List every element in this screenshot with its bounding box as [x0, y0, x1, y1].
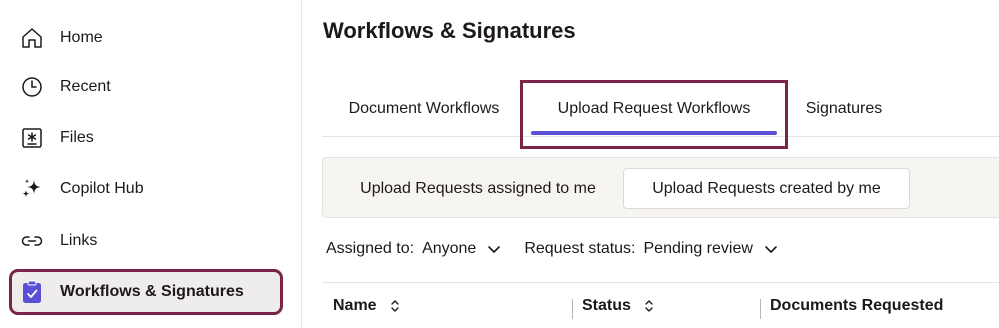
- chevron-down-icon: [486, 241, 502, 257]
- sidebar-item-label: Copilot Hub: [60, 180, 144, 197]
- sidebar-item-label: Links: [60, 232, 98, 249]
- sidebar-item-home[interactable]: Home: [12, 18, 280, 58]
- tab-bar: Document Workflows Upload Request Workfl…: [322, 80, 999, 149]
- sparkle-icon: [20, 177, 44, 201]
- column-divider[interactable]: [572, 299, 573, 319]
- assigned-to-filter[interactable]: Assigned to: Anyone: [326, 240, 502, 258]
- sidebar-item-recent[interactable]: Recent: [12, 67, 280, 107]
- column-header-status[interactable]: Status: [582, 297, 655, 315]
- home-icon: [20, 26, 44, 50]
- tab-document-workflows[interactable]: Document Workflows: [322, 80, 526, 137]
- column-divider[interactable]: [760, 299, 761, 319]
- column-header-name[interactable]: Name: [333, 297, 401, 315]
- filter-value: Anyone: [422, 240, 477, 257]
- request-status-filter[interactable]: Request status: Pending review: [524, 240, 779, 258]
- sidebar-item-links[interactable]: Links: [12, 221, 280, 261]
- sidebar-item-label: Files: [60, 129, 94, 146]
- clock-icon: [20, 75, 44, 99]
- sidebar: Home Recent Files Copilot Hub Links Work…: [0, 0, 302, 328]
- table-header: Name Status Documents Requested: [322, 282, 999, 328]
- tab-signatures[interactable]: Signatures: [792, 80, 896, 137]
- active-tab-indicator: [531, 131, 777, 135]
- chevron-down-icon: [763, 241, 779, 257]
- sidebar-item-label: Recent: [60, 78, 111, 95]
- column-label: Name: [333, 297, 377, 314]
- filter-bar: Assigned to: Anyone Request status: Pend…: [326, 236, 801, 262]
- sort-icon: [643, 298, 655, 314]
- clipboard-check-icon: [20, 280, 44, 304]
- link-icon: [20, 229, 44, 253]
- sidebar-item-workflows-signatures[interactable]: Workflows & Signatures: [12, 272, 280, 312]
- filter-label: Request status:: [524, 240, 636, 257]
- column-label: Status: [582, 297, 631, 314]
- sidebar-item-label: Home: [60, 29, 103, 46]
- column-header-documents-requested[interactable]: Documents Requested: [770, 297, 943, 315]
- column-label: Documents Requested: [770, 297, 944, 314]
- files-icon: [20, 126, 44, 150]
- sidebar-item-files[interactable]: Files: [12, 118, 280, 158]
- filter-label: Assigned to:: [326, 240, 415, 257]
- filter-value: Pending review: [643, 240, 753, 257]
- segment-created-by-me[interactable]: Upload Requests created by me: [623, 168, 910, 209]
- page-title: Workflows & Signatures: [323, 18, 576, 43]
- segment-assigned-to-me[interactable]: Upload Requests assigned to me: [335, 168, 621, 209]
- sort-icon: [389, 298, 401, 314]
- request-scope-toggle: Upload Requests assigned to me Upload Re…: [322, 157, 999, 218]
- sidebar-item-copilot-hub[interactable]: Copilot Hub: [12, 169, 280, 209]
- sidebar-item-label: Workflows & Signatures: [60, 283, 244, 300]
- tab-upload-request-workflows[interactable]: Upload Request Workflows: [531, 80, 777, 137]
